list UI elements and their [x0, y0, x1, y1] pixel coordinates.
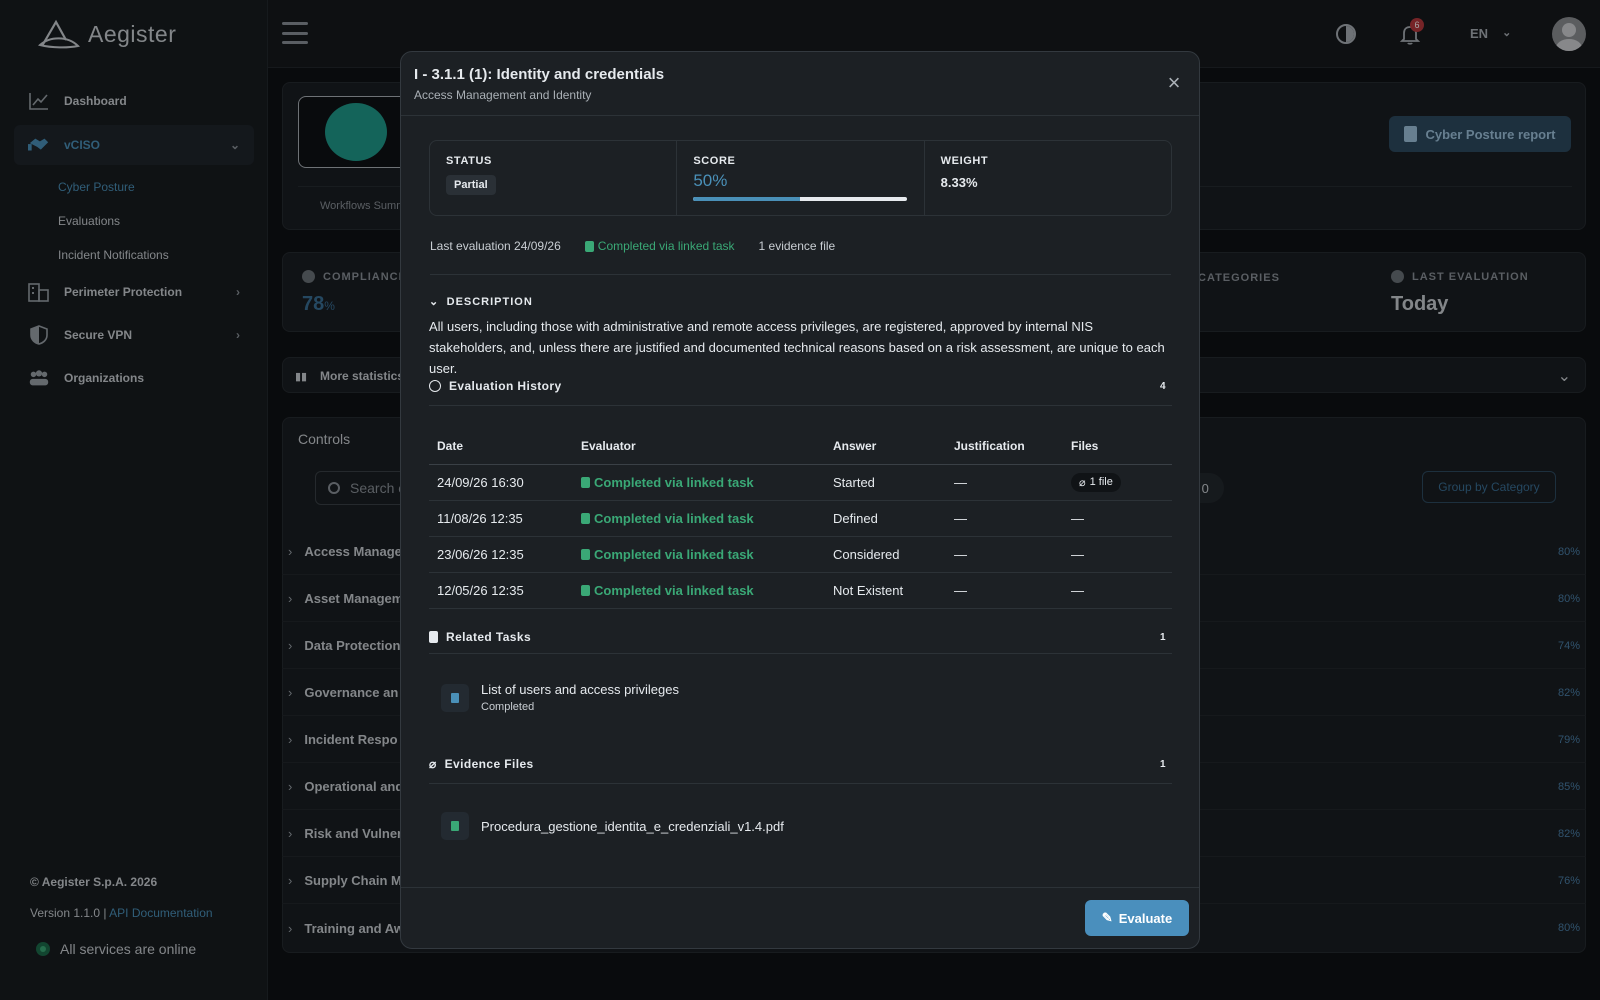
score-progress-fill: [693, 197, 801, 201]
evidence-files-header: ⌀ Evidence Files 1: [429, 757, 1172, 771]
clipboard-check-icon: [581, 512, 590, 524]
history-evaluator: Completed via linked task: [573, 500, 825, 537]
evidence-files-label: Evidence Files: [444, 757, 534, 771]
status-stat: STATUS Partial: [430, 141, 678, 215]
modal-footer: ✎ Evaluate: [401, 887, 1199, 948]
weight-value: 8.33%: [940, 175, 978, 190]
history-date: 23/06/26 12:35: [429, 536, 573, 573]
history-files: —: [1063, 536, 1172, 573]
control-stats: STATUS Partial SCORE 50% WEIGHT 8.33%: [429, 140, 1172, 216]
completed-via-task: Completed via linked task: [584, 239, 735, 253]
evaluation-history-label: Evaluation History: [449, 379, 562, 393]
weight-label: WEIGHT: [940, 155, 989, 167]
last-evaluation-text: Last evaluation 24/09/26: [430, 239, 561, 253]
history-date: 11/08/26 12:35: [429, 500, 573, 537]
history-justification: —: [946, 464, 1063, 501]
history-files: —: [1063, 500, 1172, 537]
related-tasks-count: 1: [1160, 631, 1166, 643]
column-header: Answer: [825, 428, 946, 465]
clipboard-check-icon: [581, 476, 590, 488]
edit-icon: ✎: [1101, 910, 1113, 925]
modal-header: I - 3.1.1 (1): Identity and credentials …: [401, 52, 1199, 116]
clipboard-check-icon: [581, 548, 590, 560]
table-row: 23/06/26 12:35 Completed via linked task…: [429, 536, 1172, 573]
column-header: Justification: [946, 428, 1063, 465]
history-files: ⌀ 1 file: [1063, 464, 1172, 501]
evidence-file-item[interactable]: Procedura_gestione_identita_e_credenzial…: [441, 812, 784, 840]
file-icon: [441, 812, 469, 840]
history-date: 24/09/26 16:30: [429, 464, 573, 501]
history-evaluator: Completed via linked task: [573, 572, 825, 609]
status-badge: Partial: [446, 175, 496, 195]
task-status: Completed: [481, 701, 535, 713]
column-header: Date: [429, 428, 573, 465]
divider: [429, 653, 1172, 654]
history-files: —: [1063, 572, 1172, 609]
history-justification: —: [946, 572, 1063, 609]
chevron-down-icon: ⌄: [429, 296, 439, 308]
score-label: SCORE: [693, 155, 736, 167]
description-text: All users, including those with administ…: [429, 319, 1165, 376]
history-icon: [429, 380, 441, 392]
evidence-file-name: Procedura_gestione_identita_e_credenzial…: [481, 818, 784, 834]
evaluate-button[interactable]: ✎ Evaluate: [1085, 900, 1189, 936]
history-justification: —: [946, 500, 1063, 537]
file-attachment-pill[interactable]: ⌀ 1 file: [1071, 472, 1121, 492]
history-answer: Considered: [825, 536, 946, 573]
clipboard-check-icon: [584, 240, 594, 252]
modal-subtitle: Access Management and Identity: [414, 88, 592, 102]
control-detail-modal: I - 3.1.1 (1): Identity and credentials …: [400, 51, 1200, 949]
table-row: 12/05/26 12:35 Completed via linked task…: [429, 572, 1172, 609]
weight-stat: WEIGHT 8.33%: [925, 141, 1171, 215]
divider: [429, 783, 1172, 784]
related-task-item[interactable]: List of users and access privileges Comp…: [441, 682, 679, 713]
column-header: Evaluator: [573, 428, 825, 465]
history-answer: Not Existent: [825, 572, 946, 609]
evaluate-label: Evaluate: [1118, 910, 1173, 926]
evaluation-history-count: 4: [1160, 380, 1166, 392]
related-tasks-header: Related Tasks 1: [429, 630, 1172, 644]
evaluation-history-table: Date Evaluator Answer Justification File…: [429, 428, 1172, 609]
app-root: Aegister Dashboard vCISO ⌄ Cyber Posture…: [0, 0, 1600, 1000]
history-answer: Defined: [825, 500, 946, 537]
paperclip-icon: ⌀: [429, 757, 437, 771]
column-header: Files: [1063, 428, 1172, 465]
history-answer: Started: [825, 464, 946, 501]
evaluation-meta: Last evaluation 24/09/26 Completed via l…: [430, 239, 1171, 275]
description-label: DESCRIPTION: [446, 295, 533, 308]
modal-title: I - 3.1.1 (1): Identity and credentials: [414, 66, 665, 83]
close-icon[interactable]: ×: [1163, 72, 1185, 94]
evaluation-history-header: Evaluation History 4: [429, 379, 1172, 393]
score-stat: SCORE 50%: [677, 141, 925, 215]
evidence-files-count: 1: [1160, 758, 1166, 770]
table-header-row: Date Evaluator Answer Justification File…: [429, 428, 1172, 465]
related-tasks-label: Related Tasks: [446, 630, 532, 644]
history-evaluator: Completed via linked task: [573, 464, 825, 501]
description-toggle[interactable]: ⌄ DESCRIPTION: [429, 295, 1172, 309]
paperclip-icon: ⌀: [1079, 476, 1086, 489]
history-evaluator: Completed via linked task: [573, 536, 825, 573]
table-row: 24/09/26 16:30 Completed via linked task…: [429, 464, 1172, 501]
clipboard-check-icon: [581, 584, 590, 596]
table-row: 11/08/26 12:35 Completed via linked task…: [429, 500, 1172, 537]
history-date: 12/05/26 12:35: [429, 572, 573, 609]
clipboard-icon: [429, 631, 438, 643]
task-name: List of users and access privileges: [481, 682, 679, 697]
history-justification: —: [946, 536, 1063, 573]
divider: [429, 405, 1172, 406]
evidence-count: 1 evidence file: [758, 239, 836, 253]
score-value: 50%: [693, 171, 728, 190]
task-clipboard-icon: [441, 683, 469, 712]
score-progress-bar: [693, 197, 908, 201]
status-label: STATUS: [446, 155, 492, 167]
